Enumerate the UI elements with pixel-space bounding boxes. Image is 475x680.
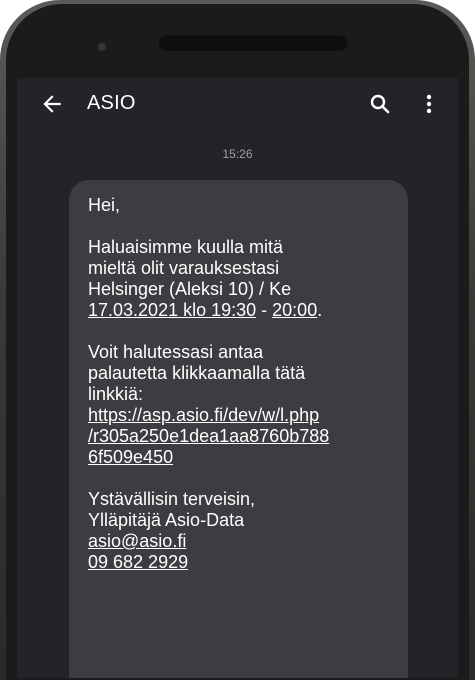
message-line: mieltä olit varauksestasi — [88, 258, 280, 278]
message-line: palautetta klikkaamalla tätä — [88, 363, 306, 383]
message-text: Hei, Haluaisimme kuulla mitä mieltä olit… — [88, 195, 396, 573]
datetime-punct: . — [317, 300, 323, 320]
phone-link[interactable]: 09 682 2929 — [88, 552, 396, 573]
search-icon[interactable] — [368, 92, 392, 116]
message-timestamp: 15:26 — [222, 147, 253, 161]
phone-frame: ASIO 15:26 Hei, Haluaisimme kuulla mitä … — [0, 0, 475, 680]
earpiece-speaker — [158, 34, 348, 51]
date-link[interactable]: 17.03.2021 klo 19:30 — [88, 300, 256, 320]
end-time-link[interactable]: 20:00 — [272, 300, 317, 320]
app-bar: ASIO — [17, 78, 458, 132]
proximity-sensor — [98, 43, 106, 51]
arrow-left-icon[interactable] — [39, 91, 65, 117]
message-line: Helsinger (Aleksi 10) / Ke — [88, 279, 292, 299]
conversation-title: ASIO — [87, 92, 136, 114]
email-link[interactable]: asio@asio.fi — [88, 531, 396, 552]
more-vertical-icon[interactable] — [423, 92, 435, 116]
message-line: Voit halutessasi antaa — [88, 342, 264, 362]
feedback-link[interactable]: 6f509e450 — [88, 447, 396, 468]
message-line: linkkiä: — [88, 384, 144, 404]
signature-line: Ylläpitäjä Asio-Data — [88, 510, 245, 530]
message-line: Haluaisimme kuulla mitä — [88, 237, 284, 257]
feedback-link[interactable]: https://asp.asio.fi/dev/w/l.php — [88, 405, 396, 426]
greeting-line: Hei, — [88, 195, 121, 215]
datetime-separator: - — [256, 300, 273, 320]
signature-line: Ystävällisin terveisin, — [88, 489, 256, 509]
feedback-link[interactable]: /r305a250e1dea1aa8760b788 — [88, 426, 396, 447]
messages-screen: ASIO 15:26 Hei, Haluaisimme kuulla mitä … — [17, 78, 458, 678]
message-bubble[interactable]: Hei, Haluaisimme kuulla mitä mieltä olit… — [69, 180, 408, 678]
datetime-line: 17.03.2021 klo 19:30 - 20:00. — [88, 300, 396, 321]
